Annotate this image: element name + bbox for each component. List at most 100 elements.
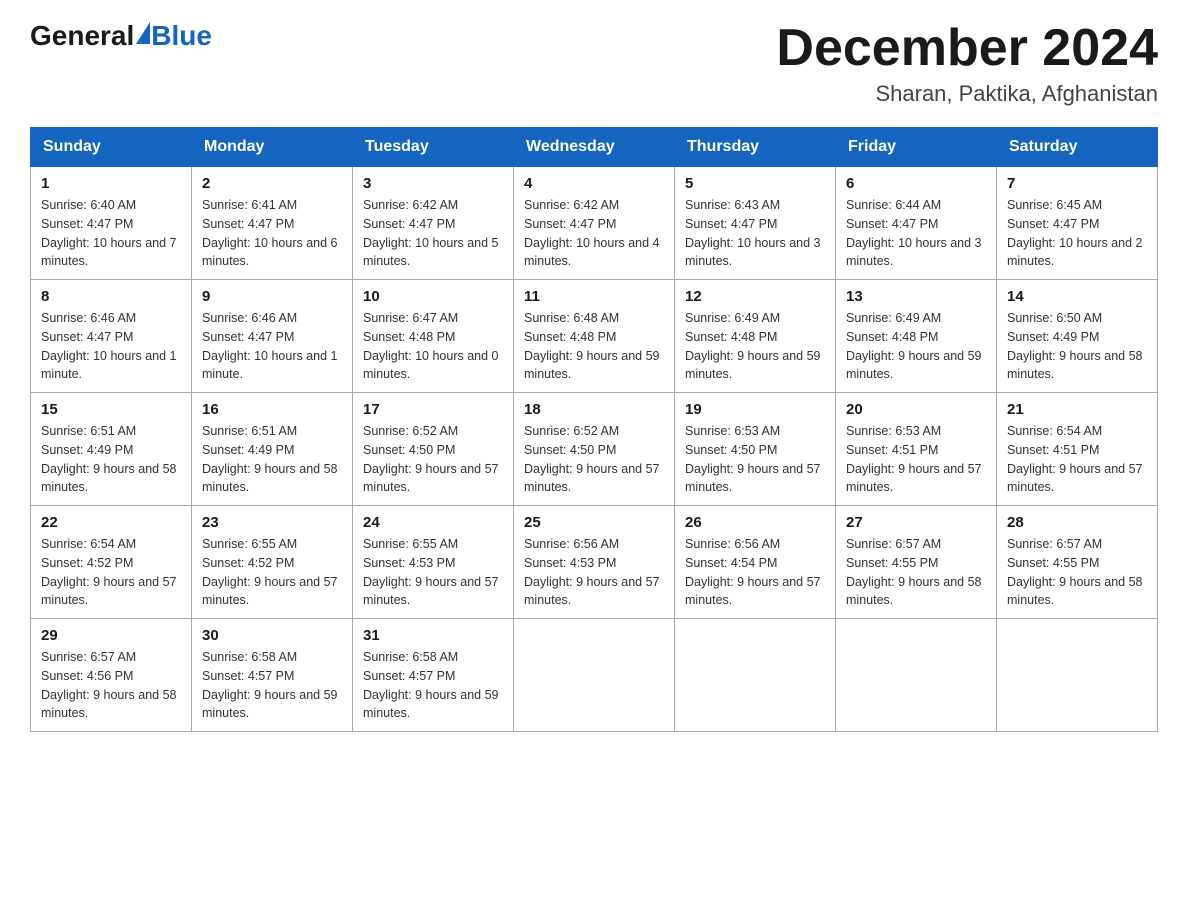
calendar-day-cell: 31 Sunrise: 6:58 AMSunset: 4:57 PMDayligh… (353, 619, 514, 732)
month-title: December 2024 (776, 20, 1158, 77)
day-info: Sunrise: 6:58 AMSunset: 4:57 PMDaylight:… (202, 648, 342, 723)
day-number: 28 (1007, 514, 1147, 531)
title-area: December 2024 Sharan, Paktika, Afghanist… (776, 20, 1158, 107)
day-number: 10 (363, 288, 503, 305)
day-number: 21 (1007, 401, 1147, 418)
day-number: 13 (846, 288, 986, 305)
calendar-day-cell (514, 619, 675, 732)
day-header-row: SundayMondayTuesdayWednesdayThursdayFrid… (31, 128, 1158, 167)
day-number: 31 (363, 627, 503, 644)
day-info: Sunrise: 6:57 AMSunset: 4:55 PMDaylight:… (846, 535, 986, 610)
day-number: 8 (41, 288, 181, 305)
day-number: 2 (202, 175, 342, 192)
day-info: Sunrise: 6:49 AMSunset: 4:48 PMDaylight:… (846, 309, 986, 384)
day-info: Sunrise: 6:56 AMSunset: 4:54 PMDaylight:… (685, 535, 825, 610)
day-info: Sunrise: 6:56 AMSunset: 4:53 PMDaylight:… (524, 535, 664, 610)
calendar-week-row: 8 Sunrise: 6:46 AMSunset: 4:47 PMDaylight… (31, 280, 1158, 393)
calendar-table: SundayMondayTuesdayWednesdayThursdayFrid… (30, 127, 1158, 732)
day-info: Sunrise: 6:42 AMSunset: 4:47 PMDaylight:… (363, 196, 503, 271)
calendar-day-cell: 5 Sunrise: 6:43 AMSunset: 4:47 PMDaylight… (675, 167, 836, 280)
day-info: Sunrise: 6:55 AMSunset: 4:52 PMDaylight:… (202, 535, 342, 610)
calendar-day-cell: 27 Sunrise: 6:57 AMSunset: 4:55 PMDayligh… (836, 506, 997, 619)
calendar-day-cell (997, 619, 1158, 732)
calendar-day-cell: 21 Sunrise: 6:54 AMSunset: 4:51 PMDayligh… (997, 393, 1158, 506)
calendar-body: 1Sunrise: 6:40 AMSunset: 4:47 PMDaylight… (31, 167, 1158, 732)
day-info: Sunrise: 6:58 AMSunset: 4:57 PMDaylight:… (363, 648, 503, 723)
day-number: 19 (685, 401, 825, 418)
calendar-day-cell: 2 Sunrise: 6:41 AMSunset: 4:47 PMDaylight… (192, 167, 353, 280)
day-info: Sunrise: 6:50 AMSunset: 4:49 PMDaylight:… (1007, 309, 1147, 384)
day-info: Sunrise: 6:48 AMSunset: 4:48 PMDaylight:… (524, 309, 664, 384)
logo-blue-text: Blue (151, 20, 212, 52)
day-number: 17 (363, 401, 503, 418)
day-number: 9 (202, 288, 342, 305)
calendar-day-cell: 30Sunrise: 6:58 AMSunset: 4:57 PMDayligh… (192, 619, 353, 732)
day-number: 11 (524, 288, 664, 305)
page-header: General Blue December 2024 Sharan, Pakti… (30, 20, 1158, 107)
day-info: Sunrise: 6:54 AMSunset: 4:51 PMDaylight:… (1007, 422, 1147, 497)
calendar-day-cell: 10 Sunrise: 6:47 AMSunset: 4:48 PMDayligh… (353, 280, 514, 393)
day-number: 15 (41, 401, 181, 418)
day-number: 12 (685, 288, 825, 305)
calendar-day-cell: 18 Sunrise: 6:52 AMSunset: 4:50 PMDayligh… (514, 393, 675, 506)
day-number: 18 (524, 401, 664, 418)
day-number: 5 (685, 175, 825, 192)
calendar-header: SundayMondayTuesdayWednesdayThursdayFrid… (31, 128, 1158, 167)
header-thursday: Thursday (675, 128, 836, 167)
day-info: Sunrise: 6:41 AMSunset: 4:47 PMDaylight:… (202, 196, 342, 271)
day-number: 27 (846, 514, 986, 531)
calendar-day-cell: 15 Sunrise: 6:51 AMSunset: 4:49 PMDayligh… (31, 393, 192, 506)
day-info: Sunrise: 6:52 AMSunset: 4:50 PMDaylight:… (363, 422, 503, 497)
calendar-day-cell: 12 Sunrise: 6:49 AMSunset: 4:48 PMDayligh… (675, 280, 836, 393)
day-number: 22 (41, 514, 181, 531)
calendar-day-cell: 13 Sunrise: 6:49 AMSunset: 4:48 PMDayligh… (836, 280, 997, 393)
calendar-day-cell: 17 Sunrise: 6:52 AMSunset: 4:50 PMDayligh… (353, 393, 514, 506)
calendar-day-cell: 6 Sunrise: 6:44 AMSunset: 4:47 PMDaylight… (836, 167, 997, 280)
day-info: Sunrise: 6:57 AMSunset: 4:55 PMDaylight:… (1007, 535, 1147, 610)
day-info: Sunrise: 6:52 AMSunset: 4:50 PMDaylight:… (524, 422, 664, 497)
calendar-day-cell: 16 Sunrise: 6:51 AMSunset: 4:49 PMDayligh… (192, 393, 353, 506)
header-tuesday: Tuesday (353, 128, 514, 167)
day-number: 3 (363, 175, 503, 192)
day-info: Sunrise: 6:44 AMSunset: 4:47 PMDaylight:… (846, 196, 986, 271)
calendar-day-cell: 1Sunrise: 6:40 AMSunset: 4:47 PMDaylight… (31, 167, 192, 280)
calendar-day-cell: 23 Sunrise: 6:55 AMSunset: 4:52 PMDayligh… (192, 506, 353, 619)
calendar-day-cell: 11 Sunrise: 6:48 AMSunset: 4:48 PMDayligh… (514, 280, 675, 393)
calendar-week-row: 15 Sunrise: 6:51 AMSunset: 4:49 PMDayligh… (31, 393, 1158, 506)
day-number: 23 (202, 514, 342, 531)
day-number: 26 (685, 514, 825, 531)
day-info: Sunrise: 6:46 AMSunset: 4:47 PMDaylight:… (202, 309, 342, 384)
header-saturday: Saturday (997, 128, 1158, 167)
calendar-day-cell: 19Sunrise: 6:53 AMSunset: 4:50 PMDayligh… (675, 393, 836, 506)
day-number: 16 (202, 401, 342, 418)
day-info: Sunrise: 6:51 AMSunset: 4:49 PMDaylight:… (202, 422, 342, 497)
day-info: Sunrise: 6:45 AMSunset: 4:47 PMDaylight:… (1007, 196, 1147, 271)
calendar-week-row: 29Sunrise: 6:57 AMSunset: 4:56 PMDayligh… (31, 619, 1158, 732)
calendar-day-cell: 22Sunrise: 6:54 AMSunset: 4:52 PMDayligh… (31, 506, 192, 619)
day-info: Sunrise: 6:42 AMSunset: 4:47 PMDaylight:… (524, 196, 664, 271)
day-info: Sunrise: 6:49 AMSunset: 4:48 PMDaylight:… (685, 309, 825, 384)
day-number: 7 (1007, 175, 1147, 192)
day-number: 6 (846, 175, 986, 192)
calendar-day-cell: 26 Sunrise: 6:56 AMSunset: 4:54 PMDayligh… (675, 506, 836, 619)
day-info: Sunrise: 6:55 AMSunset: 4:53 PMDaylight:… (363, 535, 503, 610)
calendar-day-cell: 28 Sunrise: 6:57 AMSunset: 4:55 PMDayligh… (997, 506, 1158, 619)
calendar-day-cell (836, 619, 997, 732)
calendar-day-cell: 24 Sunrise: 6:55 AMSunset: 4:53 PMDayligh… (353, 506, 514, 619)
day-info: Sunrise: 6:51 AMSunset: 4:49 PMDaylight:… (41, 422, 181, 497)
calendar-day-cell: 8Sunrise: 6:46 AMSunset: 4:47 PMDaylight… (31, 280, 192, 393)
calendar-day-cell: 7 Sunrise: 6:45 AMSunset: 4:47 PMDaylight… (997, 167, 1158, 280)
header-wednesday: Wednesday (514, 128, 675, 167)
location-title: Sharan, Paktika, Afghanistan (776, 81, 1158, 107)
calendar-day-cell: 20Sunrise: 6:53 AMSunset: 4:51 PMDayligh… (836, 393, 997, 506)
day-number: 24 (363, 514, 503, 531)
day-number: 29 (41, 627, 181, 644)
calendar-day-cell: 9 Sunrise: 6:46 AMSunset: 4:47 PMDaylight… (192, 280, 353, 393)
calendar-week-row: 22Sunrise: 6:54 AMSunset: 4:52 PMDayligh… (31, 506, 1158, 619)
logo-general-text: General (30, 20, 134, 52)
calendar-day-cell: 29Sunrise: 6:57 AMSunset: 4:56 PMDayligh… (31, 619, 192, 732)
day-info: Sunrise: 6:43 AMSunset: 4:47 PMDaylight:… (685, 196, 825, 271)
day-info: Sunrise: 6:53 AMSunset: 4:51 PMDaylight:… (846, 422, 986, 497)
day-number: 25 (524, 514, 664, 531)
day-info: Sunrise: 6:47 AMSunset: 4:48 PMDaylight:… (363, 309, 503, 384)
